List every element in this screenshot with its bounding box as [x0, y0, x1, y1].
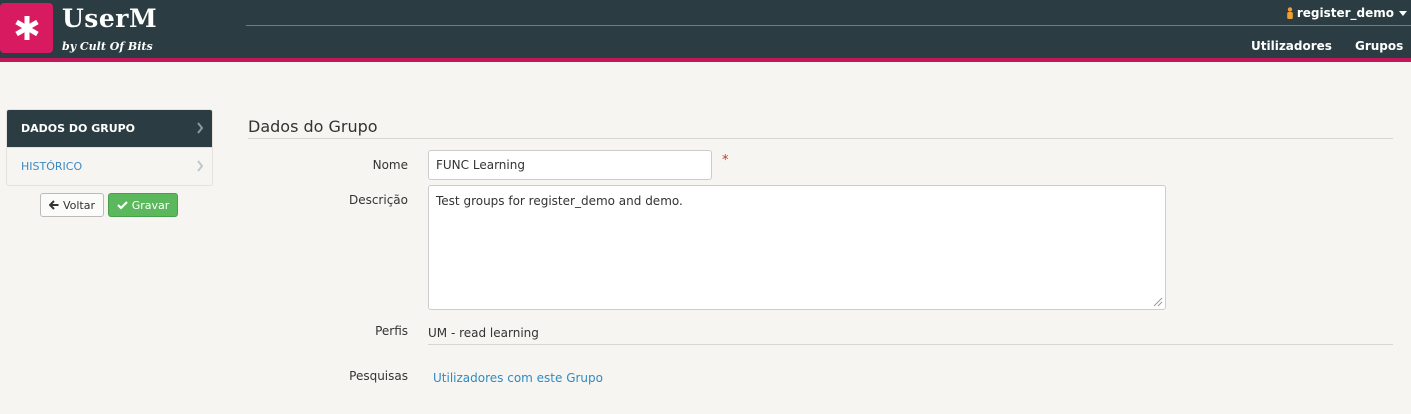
sidebar-item-label: HISTÓRICO [21, 160, 83, 173]
caret-down-icon [1399, 10, 1407, 16]
save-button-label: Gravar [131, 198, 170, 212]
sidebar-item-label: DADOS DO GRUPO [21, 122, 136, 135]
users-with-group-link[interactable]: Utilizadores com este Grupo [433, 371, 603, 385]
nav-grupos[interactable]: Grupos [1355, 39, 1403, 53]
back-button[interactable]: Voltar [40, 193, 104, 217]
sidebar-item-dados-do-grupo[interactable]: DADOS DO GRUPO [7, 110, 212, 147]
chevron-right-icon [197, 122, 204, 134]
name-label: Nome [372, 158, 408, 172]
app-title: UserM [62, 4, 158, 33]
profiles-value: UM - read learning [428, 326, 539, 340]
resize-grip-icon[interactable] [1152, 296, 1163, 307]
user-menu[interactable]: register_demo [1286, 6, 1407, 20]
profiles-divider [428, 344, 1393, 345]
header-divider [246, 25, 1411, 26]
app-subtitle: by Cult Of Bits [62, 40, 153, 53]
searches-label: Pesquisas [349, 369, 408, 383]
arrow-left-icon [48, 200, 59, 210]
sidebar-item-historico[interactable]: HISTÓRICO [7, 147, 212, 185]
profiles-label: Perfis [375, 324, 408, 338]
save-button[interactable]: Gravar [108, 193, 178, 217]
description-label: Descrição [348, 193, 408, 207]
logo[interactable] [0, 3, 53, 53]
chevron-right-icon [197, 160, 204, 172]
title-divider [248, 138, 1393, 139]
back-button-label: Voltar [62, 198, 96, 212]
top-header: UserM by Cult Of Bits register_demo Util… [0, 0, 1411, 62]
page-title: Dados do Grupo [248, 117, 378, 136]
user-icon [1287, 7, 1293, 19]
required-mark: * [722, 153, 729, 168]
asterisk-icon [14, 16, 39, 40]
nav-utilizadores[interactable]: Utilizadores [1251, 39, 1332, 53]
name-input[interactable] [428, 150, 712, 180]
user-name: register_demo [1296, 6, 1394, 20]
check-icon [116, 201, 128, 210]
side-menu: DADOS DO GRUPO HISTÓRICO [6, 109, 213, 186]
description-textarea[interactable]: Test groups for register_demo and demo. [428, 185, 1166, 310]
